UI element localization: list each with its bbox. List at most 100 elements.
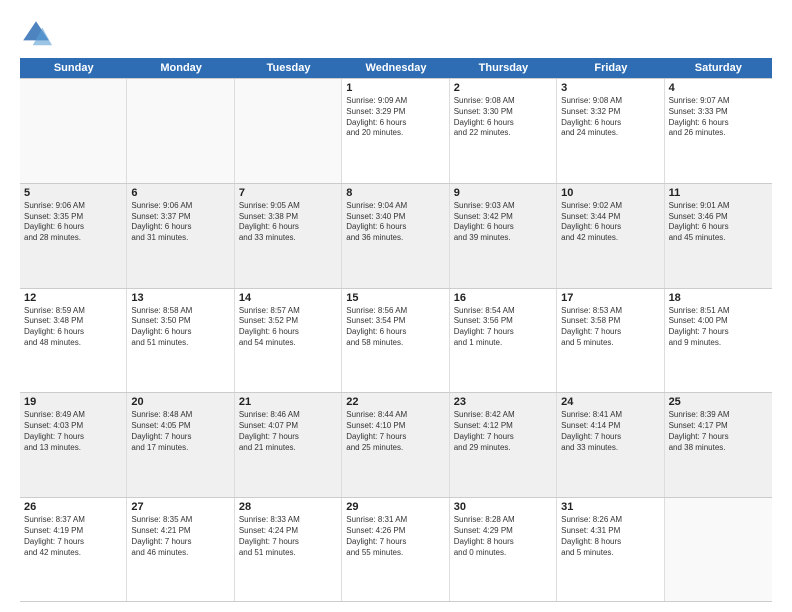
- weekday-header-thursday: Thursday: [450, 58, 557, 78]
- day-info: Sunrise: 9:06 AM Sunset: 3:35 PM Dayligh…: [24, 201, 122, 244]
- day-info: Sunrise: 8:54 AM Sunset: 3:56 PM Dayligh…: [454, 306, 552, 349]
- calendar-cell: 14Sunrise: 8:57 AM Sunset: 3:52 PM Dayli…: [235, 289, 342, 393]
- weekday-header-sunday: Sunday: [20, 58, 127, 78]
- day-number: 16: [454, 292, 552, 304]
- day-number: 8: [346, 187, 444, 199]
- logo: [20, 18, 56, 50]
- calendar-cell: [665, 498, 772, 601]
- calendar-body: 1 Sunrise: 9:09 AM Sunset: 3:29 PM Daylig…: [20, 78, 772, 602]
- day-number: 21: [239, 396, 337, 408]
- calendar-cell: 22 Sunrise: 8:44 AM Sunset: 4:10 PM Dayli…: [342, 393, 449, 497]
- calendar-cell: 6 Sunrise: 9:06 AM Sunset: 3:37 PM Daylig…: [127, 184, 234, 288]
- day-number: 12: [24, 292, 122, 304]
- calendar-row-5: 26 Sunrise: 8:37 AM Sunset: 4:19 PM Dayli…: [20, 497, 772, 602]
- day-info: Sunrise: 8:56 AM Sunset: 3:54 PM Dayligh…: [346, 306, 444, 349]
- calendar-cell: 28 Sunrise: 8:33 AM Sunset: 4:24 PM Dayli…: [235, 498, 342, 601]
- day-info: Sunrise: 9:02 AM Sunset: 3:44 PM Dayligh…: [561, 201, 659, 244]
- day-info: Sunrise: 8:49 AM Sunset: 4:03 PM Dayligh…: [24, 410, 122, 453]
- day-info: Sunrise: 8:26 AM Sunset: 4:31 PM Dayligh…: [561, 515, 659, 558]
- day-number: 9: [454, 187, 552, 199]
- day-number: 11: [669, 187, 768, 199]
- day-number: 4: [669, 82, 768, 94]
- calendar-cell: 19 Sunrise: 8:49 AM Sunset: 4:03 PM Dayli…: [20, 393, 127, 497]
- day-info: Sunrise: 8:46 AM Sunset: 4:07 PM Dayligh…: [239, 410, 337, 453]
- day-number: 30: [454, 501, 552, 513]
- calendar-cell: 10 Sunrise: 9:02 AM Sunset: 3:44 PM Dayli…: [557, 184, 664, 288]
- day-info: Sunrise: 9:07 AM Sunset: 3:33 PM Dayligh…: [669, 96, 768, 139]
- day-number: 25: [669, 396, 768, 408]
- day-info: Sunrise: 8:48 AM Sunset: 4:05 PM Dayligh…: [131, 410, 229, 453]
- day-number: 7: [239, 187, 337, 199]
- day-number: 10: [561, 187, 659, 199]
- day-number: 20: [131, 396, 229, 408]
- page-header: [20, 18, 772, 50]
- day-info: Sunrise: 8:39 AM Sunset: 4:17 PM Dayligh…: [669, 410, 768, 453]
- calendar-row-2: 5 Sunrise: 9:06 AM Sunset: 3:35 PM Daylig…: [20, 183, 772, 288]
- calendar-cell: 1 Sunrise: 9:09 AM Sunset: 3:29 PM Daylig…: [342, 79, 449, 183]
- calendar-cell: 29 Sunrise: 8:31 AM Sunset: 4:26 PM Dayli…: [342, 498, 449, 601]
- logo-icon: [20, 18, 52, 50]
- calendar-cell: 17Sunrise: 8:53 AM Sunset: 3:58 PM Dayli…: [557, 289, 664, 393]
- calendar-cell: 27Sunrise: 8:35 AM Sunset: 4:21 PM Dayli…: [127, 498, 234, 601]
- day-number: 17: [561, 292, 659, 304]
- day-number: 5: [24, 187, 122, 199]
- calendar-row-1: 1 Sunrise: 9:09 AM Sunset: 3:29 PM Daylig…: [20, 78, 772, 183]
- calendar-cell: 16 Sunrise: 8:54 AM Sunset: 3:56 PM Dayli…: [450, 289, 557, 393]
- day-number: 19: [24, 396, 122, 408]
- day-info: Sunrise: 8:51 AM Sunset: 4:00 PM Dayligh…: [669, 306, 768, 349]
- calendar-cell: [235, 79, 342, 183]
- day-number: 29: [346, 501, 444, 513]
- day-info: Sunrise: 8:28 AM Sunset: 4:29 PM Dayligh…: [454, 515, 552, 558]
- calendar-cell: [127, 79, 234, 183]
- day-info: Sunrise: 9:09 AM Sunset: 3:29 PM Dayligh…: [346, 96, 444, 139]
- calendar-cell: 8 Sunrise: 9:04 AM Sunset: 3:40 PM Daylig…: [342, 184, 449, 288]
- calendar-cell: 18 Sunrise: 8:51 AM Sunset: 4:00 PM Dayli…: [665, 289, 772, 393]
- day-info: Sunrise: 8:33 AM Sunset: 4:24 PM Dayligh…: [239, 515, 337, 558]
- day-info: Sunrise: 8:37 AM Sunset: 4:19 PM Dayligh…: [24, 515, 122, 558]
- calendar-row-4: 19 Sunrise: 8:49 AM Sunset: 4:03 PM Dayli…: [20, 392, 772, 497]
- day-number: 3: [561, 82, 659, 94]
- day-info: Sunrise: 9:06 AM Sunset: 3:37 PM Dayligh…: [131, 201, 229, 244]
- weekday-header-friday: Friday: [557, 58, 664, 78]
- calendar-cell: 21 Sunrise: 8:46 AM Sunset: 4:07 PM Dayli…: [235, 393, 342, 497]
- calendar-cell: 2 Sunrise: 9:08 AM Sunset: 3:30 PM Daylig…: [450, 79, 557, 183]
- day-info: Sunrise: 9:04 AM Sunset: 3:40 PM Dayligh…: [346, 201, 444, 244]
- day-number: 27: [131, 501, 229, 513]
- calendar-cell: 23 Sunrise: 8:42 AM Sunset: 4:12 PM Dayli…: [450, 393, 557, 497]
- day-number: 6: [131, 187, 229, 199]
- calendar-cell: 26 Sunrise: 8:37 AM Sunset: 4:19 PM Dayli…: [20, 498, 127, 601]
- day-info: Sunrise: 9:05 AM Sunset: 3:38 PM Dayligh…: [239, 201, 337, 244]
- day-number: 14: [239, 292, 337, 304]
- day-number: 28: [239, 501, 337, 513]
- weekday-header-monday: Monday: [127, 58, 234, 78]
- calendar-cell: 31 Sunrise: 8:26 AM Sunset: 4:31 PM Dayli…: [557, 498, 664, 601]
- calendar-cell: 25 Sunrise: 8:39 AM Sunset: 4:17 PM Dayli…: [665, 393, 772, 497]
- calendar: SundayMondayTuesdayWednesdayThursdayFrid…: [20, 58, 772, 602]
- day-info: Sunrise: 8:44 AM Sunset: 4:10 PM Dayligh…: [346, 410, 444, 453]
- calendar-cell: 24 Sunrise: 8:41 AM Sunset: 4:14 PM Dayli…: [557, 393, 664, 497]
- day-info: Sunrise: 8:42 AM Sunset: 4:12 PM Dayligh…: [454, 410, 552, 453]
- day-number: 22: [346, 396, 444, 408]
- calendar-cell: 3Sunrise: 9:08 AM Sunset: 3:32 PM Daylig…: [557, 79, 664, 183]
- day-info: Sunrise: 8:31 AM Sunset: 4:26 PM Dayligh…: [346, 515, 444, 558]
- day-number: 23: [454, 396, 552, 408]
- day-info: Sunrise: 9:08 AM Sunset: 3:30 PM Dayligh…: [454, 96, 552, 139]
- day-number: 18: [669, 292, 768, 304]
- weekday-header-tuesday: Tuesday: [235, 58, 342, 78]
- day-info: Sunrise: 8:41 AM Sunset: 4:14 PM Dayligh…: [561, 410, 659, 453]
- calendar-cell: 5 Sunrise: 9:06 AM Sunset: 3:35 PM Daylig…: [20, 184, 127, 288]
- calendar-cell: 20 Sunrise: 8:48 AM Sunset: 4:05 PM Dayli…: [127, 393, 234, 497]
- day-number: 26: [24, 501, 122, 513]
- calendar-cell: 12 Sunrise: 8:59 AM Sunset: 3:48 PM Dayli…: [20, 289, 127, 393]
- day-number: 2: [454, 82, 552, 94]
- day-number: 24: [561, 396, 659, 408]
- calendar-row-3: 12 Sunrise: 8:59 AM Sunset: 3:48 PM Dayli…: [20, 288, 772, 393]
- weekday-header-wednesday: Wednesday: [342, 58, 449, 78]
- calendar-cell: 15Sunrise: 8:56 AM Sunset: 3:54 PM Dayli…: [342, 289, 449, 393]
- day-number: 1: [346, 82, 444, 94]
- day-info: Sunrise: 8:59 AM Sunset: 3:48 PM Dayligh…: [24, 306, 122, 349]
- day-info: Sunrise: 9:03 AM Sunset: 3:42 PM Dayligh…: [454, 201, 552, 244]
- day-number: 31: [561, 501, 659, 513]
- calendar-cell: 11Sunrise: 9:01 AM Sunset: 3:46 PM Dayli…: [665, 184, 772, 288]
- calendar-cell: 9 Sunrise: 9:03 AM Sunset: 3:42 PM Daylig…: [450, 184, 557, 288]
